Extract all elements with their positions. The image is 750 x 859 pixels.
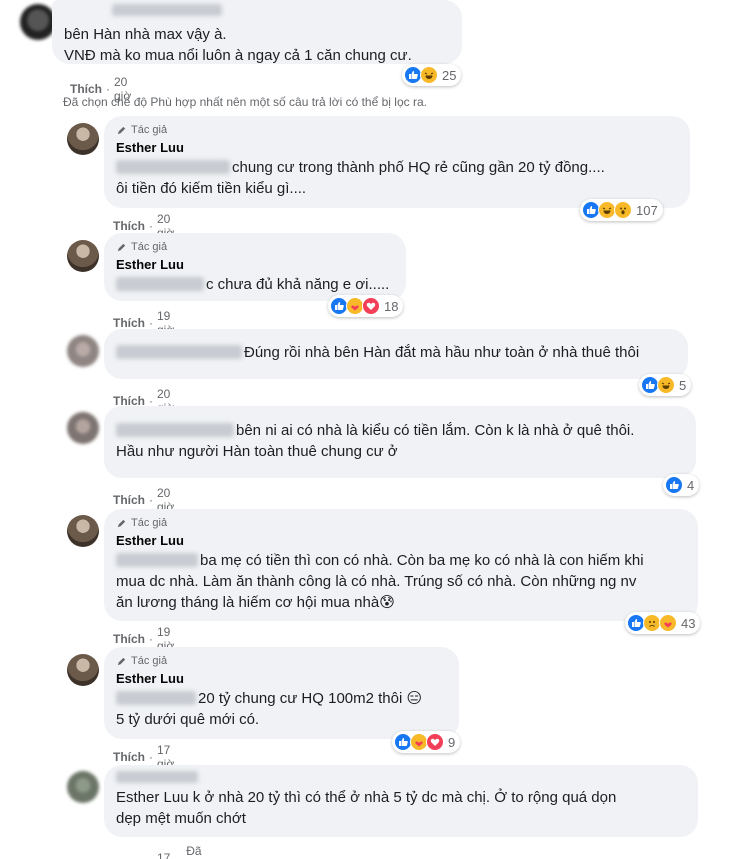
comment-text: Esther Luu k ở nhà 20 tỷ thì có thể ở nh… bbox=[116, 789, 617, 827]
reaction-count: 25 bbox=[442, 67, 457, 83]
haha-reaction-icon bbox=[420, 66, 438, 84]
comment-bubble: bên ni ai có nhà là kiểu có tiền lắm. Cò… bbox=[104, 406, 696, 478]
comment-text: Đúng rồi nhà bên Hàn đắt mà hầu như toàn… bbox=[116, 342, 676, 363]
reaction-summary[interactable]: 9 bbox=[392, 731, 461, 753]
reaction-summary[interactable]: 25 bbox=[402, 64, 462, 86]
author-badge: Tác giả bbox=[116, 517, 686, 529]
author-tag-label: Tác giả bbox=[131, 124, 168, 136]
reaction-count: 9 bbox=[448, 734, 456, 750]
blurred-tag bbox=[116, 345, 242, 359]
blurred-name bbox=[116, 771, 198, 783]
comment-text: chung cư trong thành phố HQ rẻ cũng gần … bbox=[116, 159, 605, 197]
avatar[interactable] bbox=[67, 335, 99, 367]
blurred-name bbox=[112, 4, 222, 16]
edited-label: Đã chỉnh sửa bbox=[186, 844, 215, 859]
pen-icon bbox=[117, 657, 126, 665]
commenter-name[interactable]: Esther Luu bbox=[116, 257, 394, 272]
avatar[interactable] bbox=[20, 4, 56, 40]
like-button[interactable]: Thích bbox=[113, 632, 145, 646]
comment-bubble: Tác giả Esther Luu 20 tỷ chung cư HQ 100… bbox=[104, 647, 459, 739]
reaction-summary[interactable]: 4 bbox=[663, 474, 700, 496]
avatar[interactable] bbox=[67, 771, 99, 803]
like-button[interactable]: Thích bbox=[70, 82, 102, 96]
reaction-summary[interactable]: 18 bbox=[328, 295, 404, 317]
reaction-count: 107 bbox=[636, 202, 658, 218]
commenter-name[interactable]: Esther Luu bbox=[116, 140, 678, 155]
like-button[interactable]: Thích bbox=[113, 219, 145, 233]
pen-icon bbox=[117, 243, 126, 251]
avatar[interactable] bbox=[67, 412, 99, 444]
comment-bubble: Tác giả Esther Luu c chưa đủ khả năng e … bbox=[104, 233, 406, 301]
reaction-summary[interactable]: 43 bbox=[625, 612, 701, 634]
reaction-count: 43 bbox=[681, 615, 696, 631]
love-reaction-icon bbox=[426, 733, 444, 751]
author-badge: Tác giả bbox=[116, 124, 678, 136]
comment-bubble: Esther Luu k ở nhà 20 tỷ thì có thể ở nh… bbox=[104, 765, 698, 837]
filter-note: Đã chọn chế độ Phù hợp nhất nên một số c… bbox=[63, 95, 427, 109]
comment-text: bên Hàn nhà max vậy à. VNĐ mà ko mua nổi… bbox=[64, 26, 412, 64]
commenter-name[interactable]: Esther Luu bbox=[116, 671, 447, 686]
comment-text: bên ni ai có nhà là kiểu có tiền lắm. Cò… bbox=[116, 422, 635, 460]
blurred-tag bbox=[116, 160, 230, 174]
blurred-tag bbox=[116, 277, 204, 291]
avatar[interactable] bbox=[67, 240, 99, 272]
commenter-name[interactable]: Esther Luu bbox=[116, 533, 686, 548]
pen-icon bbox=[117, 519, 126, 527]
reaction-count: 4 bbox=[687, 477, 695, 493]
reaction-count: 5 bbox=[679, 377, 687, 393]
author-badge: Tác giả bbox=[116, 241, 394, 253]
author-tag-label: Tác giả bbox=[131, 241, 168, 253]
blurred-tag bbox=[116, 553, 198, 567]
comment-text: c chưa đủ khả năng e ơi..... bbox=[116, 274, 394, 295]
reaction-summary[interactable]: 107 bbox=[580, 199, 663, 221]
comment-text: ba mẹ có tiền thì con có nhà. Còn ba mẹ … bbox=[116, 552, 644, 611]
author-tag-label: Tác giả bbox=[131, 517, 168, 529]
avatar[interactable] bbox=[67, 515, 99, 547]
timestamp[interactable]: 17 giờ bbox=[157, 851, 174, 859]
comment-text: 20 tỷ chung cư HQ 100m2 thôi 😑 5 tỷ dưới… bbox=[116, 690, 423, 728]
avatar[interactable] bbox=[67, 654, 99, 686]
blurred-tag bbox=[116, 423, 234, 437]
like-reaction-icon bbox=[665, 476, 683, 494]
like-button[interactable]: Thích bbox=[113, 750, 145, 764]
comment-actions: Thích · 17 giờ · Đã chỉnh sửa bbox=[113, 844, 215, 859]
comment-bubble: Tác giả Esther Luu ba mẹ có tiền thì con… bbox=[104, 509, 698, 621]
love-reaction-icon bbox=[362, 297, 380, 315]
like-button[interactable]: Thích bbox=[113, 316, 145, 330]
reaction-summary[interactable]: 5 bbox=[639, 374, 692, 396]
like-button[interactable]: Thích bbox=[113, 493, 145, 507]
reaction-count: 18 bbox=[384, 298, 399, 314]
blurred-tag bbox=[116, 691, 196, 705]
care-reaction-icon bbox=[659, 614, 677, 632]
comment-bubble: Đúng rồi nhà bên Hàn đắt mà hầu như toàn… bbox=[104, 329, 688, 379]
wow-reaction-icon bbox=[614, 201, 632, 219]
pen-icon bbox=[117, 126, 126, 134]
comment-bubble: bên Hàn nhà max vậy à. VNĐ mà ko mua nổi… bbox=[52, 0, 462, 64]
author-badge: Tác giả bbox=[116, 655, 447, 667]
comment-bubble: Tác giả Esther Luu chung cư trong thành … bbox=[104, 116, 690, 208]
author-tag-label: Tác giả bbox=[131, 655, 168, 667]
avatar[interactable] bbox=[67, 123, 99, 155]
haha-reaction-icon bbox=[657, 376, 675, 394]
